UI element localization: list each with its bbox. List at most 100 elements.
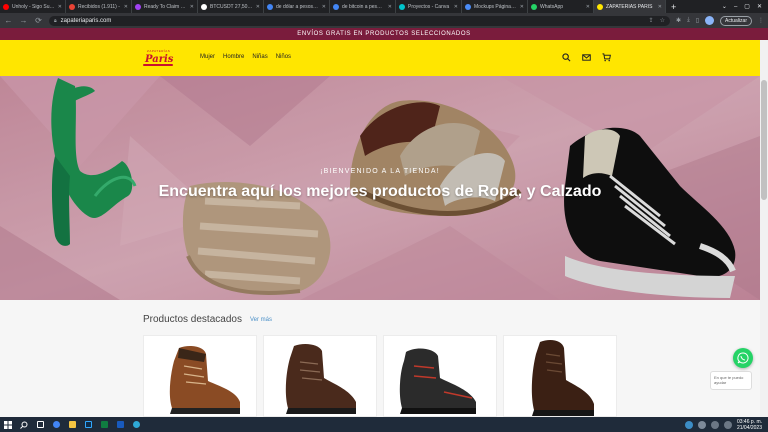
browser-toolbar: ← → ⟳ 🔒︎ zapateriaparis.com ⇪ ☆ ✱ ⤓ ▯ Ac… [0, 13, 768, 28]
bookmark-star-icon[interactable]: ☆ [660, 17, 665, 24]
tab-close-icon[interactable]: ✕ [190, 4, 194, 10]
nav-item-ninas[interactable]: Niñas [252, 54, 267, 60]
site-header: ZAPATERÍAS Paris Mujer Hombre Niñas Niño… [0, 40, 768, 76]
browser-tab[interactable]: Recibidos (1.911) - ✕ [66, 0, 132, 13]
clock[interactable]: 03:46 p. m. 21/04/2023 [737, 419, 762, 431]
tab-favicon-icon [201, 3, 207, 10]
browser-tab[interactable]: WhatsApp ✕ [528, 0, 594, 13]
product-card[interactable] [383, 335, 497, 417]
update-button[interactable]: Actualizar [720, 15, 752, 26]
search-icon[interactable] [562, 53, 571, 62]
screen: Unholy - Sigo Surrea ✕ Recibidos (1.911) -… [0, 0, 768, 432]
product-card[interactable] [143, 335, 257, 417]
dark-brown-boot-image [285, 343, 356, 414]
browser-tab[interactable]: Unholy - Sigo Surrea ✕ [0, 0, 66, 13]
reload-icon[interactable]: ⟳ [34, 16, 43, 25]
excel-icon[interactable] [96, 417, 112, 432]
weather-icon[interactable] [684, 420, 693, 429]
downloads-icon[interactable]: ⤓ [687, 17, 690, 24]
tab-close-icon[interactable]: ✕ [388, 4, 392, 10]
nav-item-ninos[interactable]: Niños [276, 54, 291, 60]
tab-favicon-icon [597, 3, 603, 10]
profile-avatar[interactable] [705, 16, 715, 25]
file-explorer-icon[interactable] [64, 417, 80, 432]
browser-tab[interactable]: BTCUSDT 27,502.41 ✕ [198, 0, 264, 13]
promo-text: ENVÍOS GRATIS EN PRODUCTOS SELECCIONADOS [297, 31, 471, 37]
browser-tab[interactable]: Ready To Claim - Em ✕ [132, 0, 198, 13]
url-text[interactable]: zapateriaparis.com [61, 18, 645, 24]
browser-tab[interactable]: Mockups Páginas W ✕ [462, 0, 528, 13]
cart-icon[interactable] [602, 53, 611, 62]
windows-start-icon[interactable] [0, 417, 16, 432]
forward-icon[interactable]: → [19, 16, 28, 25]
tab-favicon-icon [267, 3, 273, 10]
word-icon[interactable] [112, 417, 128, 432]
tab-title: de dólar a pesos arg [276, 3, 319, 10]
tab-close-icon[interactable]: ✕ [586, 4, 590, 10]
tray-overflow-icon[interactable] [697, 420, 706, 429]
task-view-icon[interactable] [32, 417, 48, 432]
tab-favicon-icon [69, 3, 75, 10]
tab-close-icon[interactable]: ✕ [520, 4, 524, 10]
nav-item-mujer[interactable]: Mujer [200, 54, 215, 60]
browser-tab[interactable]: Proyectos - Canva ✕ [396, 0, 462, 13]
browser-tab[interactable]: de bitcoin a pesos ar ✕ [330, 0, 396, 13]
ver-mas-link[interactable]: Ver más [250, 317, 272, 323]
product-card[interactable] [263, 335, 377, 417]
browser-tab[interactable]: de dólar a pesos arg ✕ [264, 0, 330, 13]
network-icon[interactable] [710, 420, 719, 429]
nav-item-hombre[interactable]: Hombre [223, 54, 244, 60]
tab-favicon-icon [135, 3, 141, 10]
share-icon[interactable]: ⇪ [649, 17, 654, 24]
tab-favicon-icon [531, 3, 537, 10]
brown-work-boot-image [169, 346, 240, 414]
browser-tab[interactable]: ZAPATERIAS PARIS ✕ [594, 0, 666, 13]
page-scrollbar[interactable] [760, 40, 768, 417]
address-bar[interactable]: 🔒︎ zapateriaparis.com ⇪ ☆ [49, 15, 671, 26]
header-actions [562, 53, 611, 62]
product-card[interactable] [503, 335, 617, 417]
hero-banner[interactable]: ¡BIENVENIDO A LA TIENDA! Encuentra aquí … [0, 76, 760, 300]
tab-close-icon[interactable]: ✕ [322, 4, 326, 10]
browser-tab-strip: Unholy - Sigo Surrea ✕ Recibidos (1.911) -… [0, 0, 768, 13]
photoshop-icon[interactable] [80, 417, 96, 432]
menu-kebab-icon[interactable]: ⋮ [758, 17, 764, 24]
whatsapp-bubble[interactable]: En que te puedo ayudar [710, 371, 752, 390]
mail-icon[interactable] [582, 53, 591, 62]
tab-close-icon[interactable]: ✕ [124, 4, 128, 10]
products-title: Productos destacados [143, 314, 242, 325]
new-tab-icon[interactable]: + [666, 2, 681, 12]
tab-close-icon[interactable]: ✕ [58, 4, 62, 10]
tab-title: BTCUSDT 27,502.41 [210, 3, 253, 10]
tab-title: de bitcoin a pesos ar [342, 3, 385, 10]
back-icon[interactable]: ← [4, 16, 13, 25]
tab-favicon-icon [333, 3, 339, 10]
tab-title: Proyectos - Canva [408, 3, 450, 10]
chrome-taskbar-icon[interactable] [48, 417, 64, 432]
hero-kicker: ¡BIENVENIDO A LA TIENDA! [320, 168, 440, 175]
featured-products-section: Productos destacados Ver más [0, 300, 760, 417]
minimize-icon[interactable]: – [734, 4, 737, 10]
side-panel-icon[interactable]: ▯ [696, 17, 699, 24]
volume-icon[interactable] [723, 420, 732, 429]
extensions-icon[interactable]: ✱ [676, 17, 681, 24]
tab-title: ZAPATERIAS PARIS [606, 3, 653, 10]
tab-close-icon[interactable]: ✕ [256, 4, 260, 10]
whatsapp-chat-button[interactable] [733, 348, 753, 368]
tab-close-icon[interactable]: ✕ [658, 4, 662, 10]
close-window-icon[interactable]: ✕ [757, 3, 762, 10]
tab-search-icon[interactable]: ⌄ [722, 3, 727, 10]
maximize-icon[interactable]: ▢ [744, 3, 750, 10]
lock-icon[interactable]: 🔒︎ [54, 18, 57, 24]
clock-date: 21/04/2023 [736, 424, 762, 431]
scrollbar-thumb[interactable] [761, 80, 767, 200]
taskbar-search-icon[interactable] [16, 417, 32, 432]
edge-icon[interactable] [128, 417, 144, 432]
tab-close-icon[interactable]: ✕ [454, 4, 458, 10]
main-nav: Mujer Hombre Niñas Niños [200, 54, 291, 60]
tab-title: WhatsApp [540, 3, 564, 10]
tab-title: Mockups Páginas W [474, 3, 517, 10]
system-tray: 03:46 p. m. 21/04/2023 [684, 419, 768, 431]
tab-title: Unholy - Sigo Surrea [12, 3, 55, 10]
site-logo[interactable]: ZAPATERÍAS Paris [143, 48, 175, 68]
